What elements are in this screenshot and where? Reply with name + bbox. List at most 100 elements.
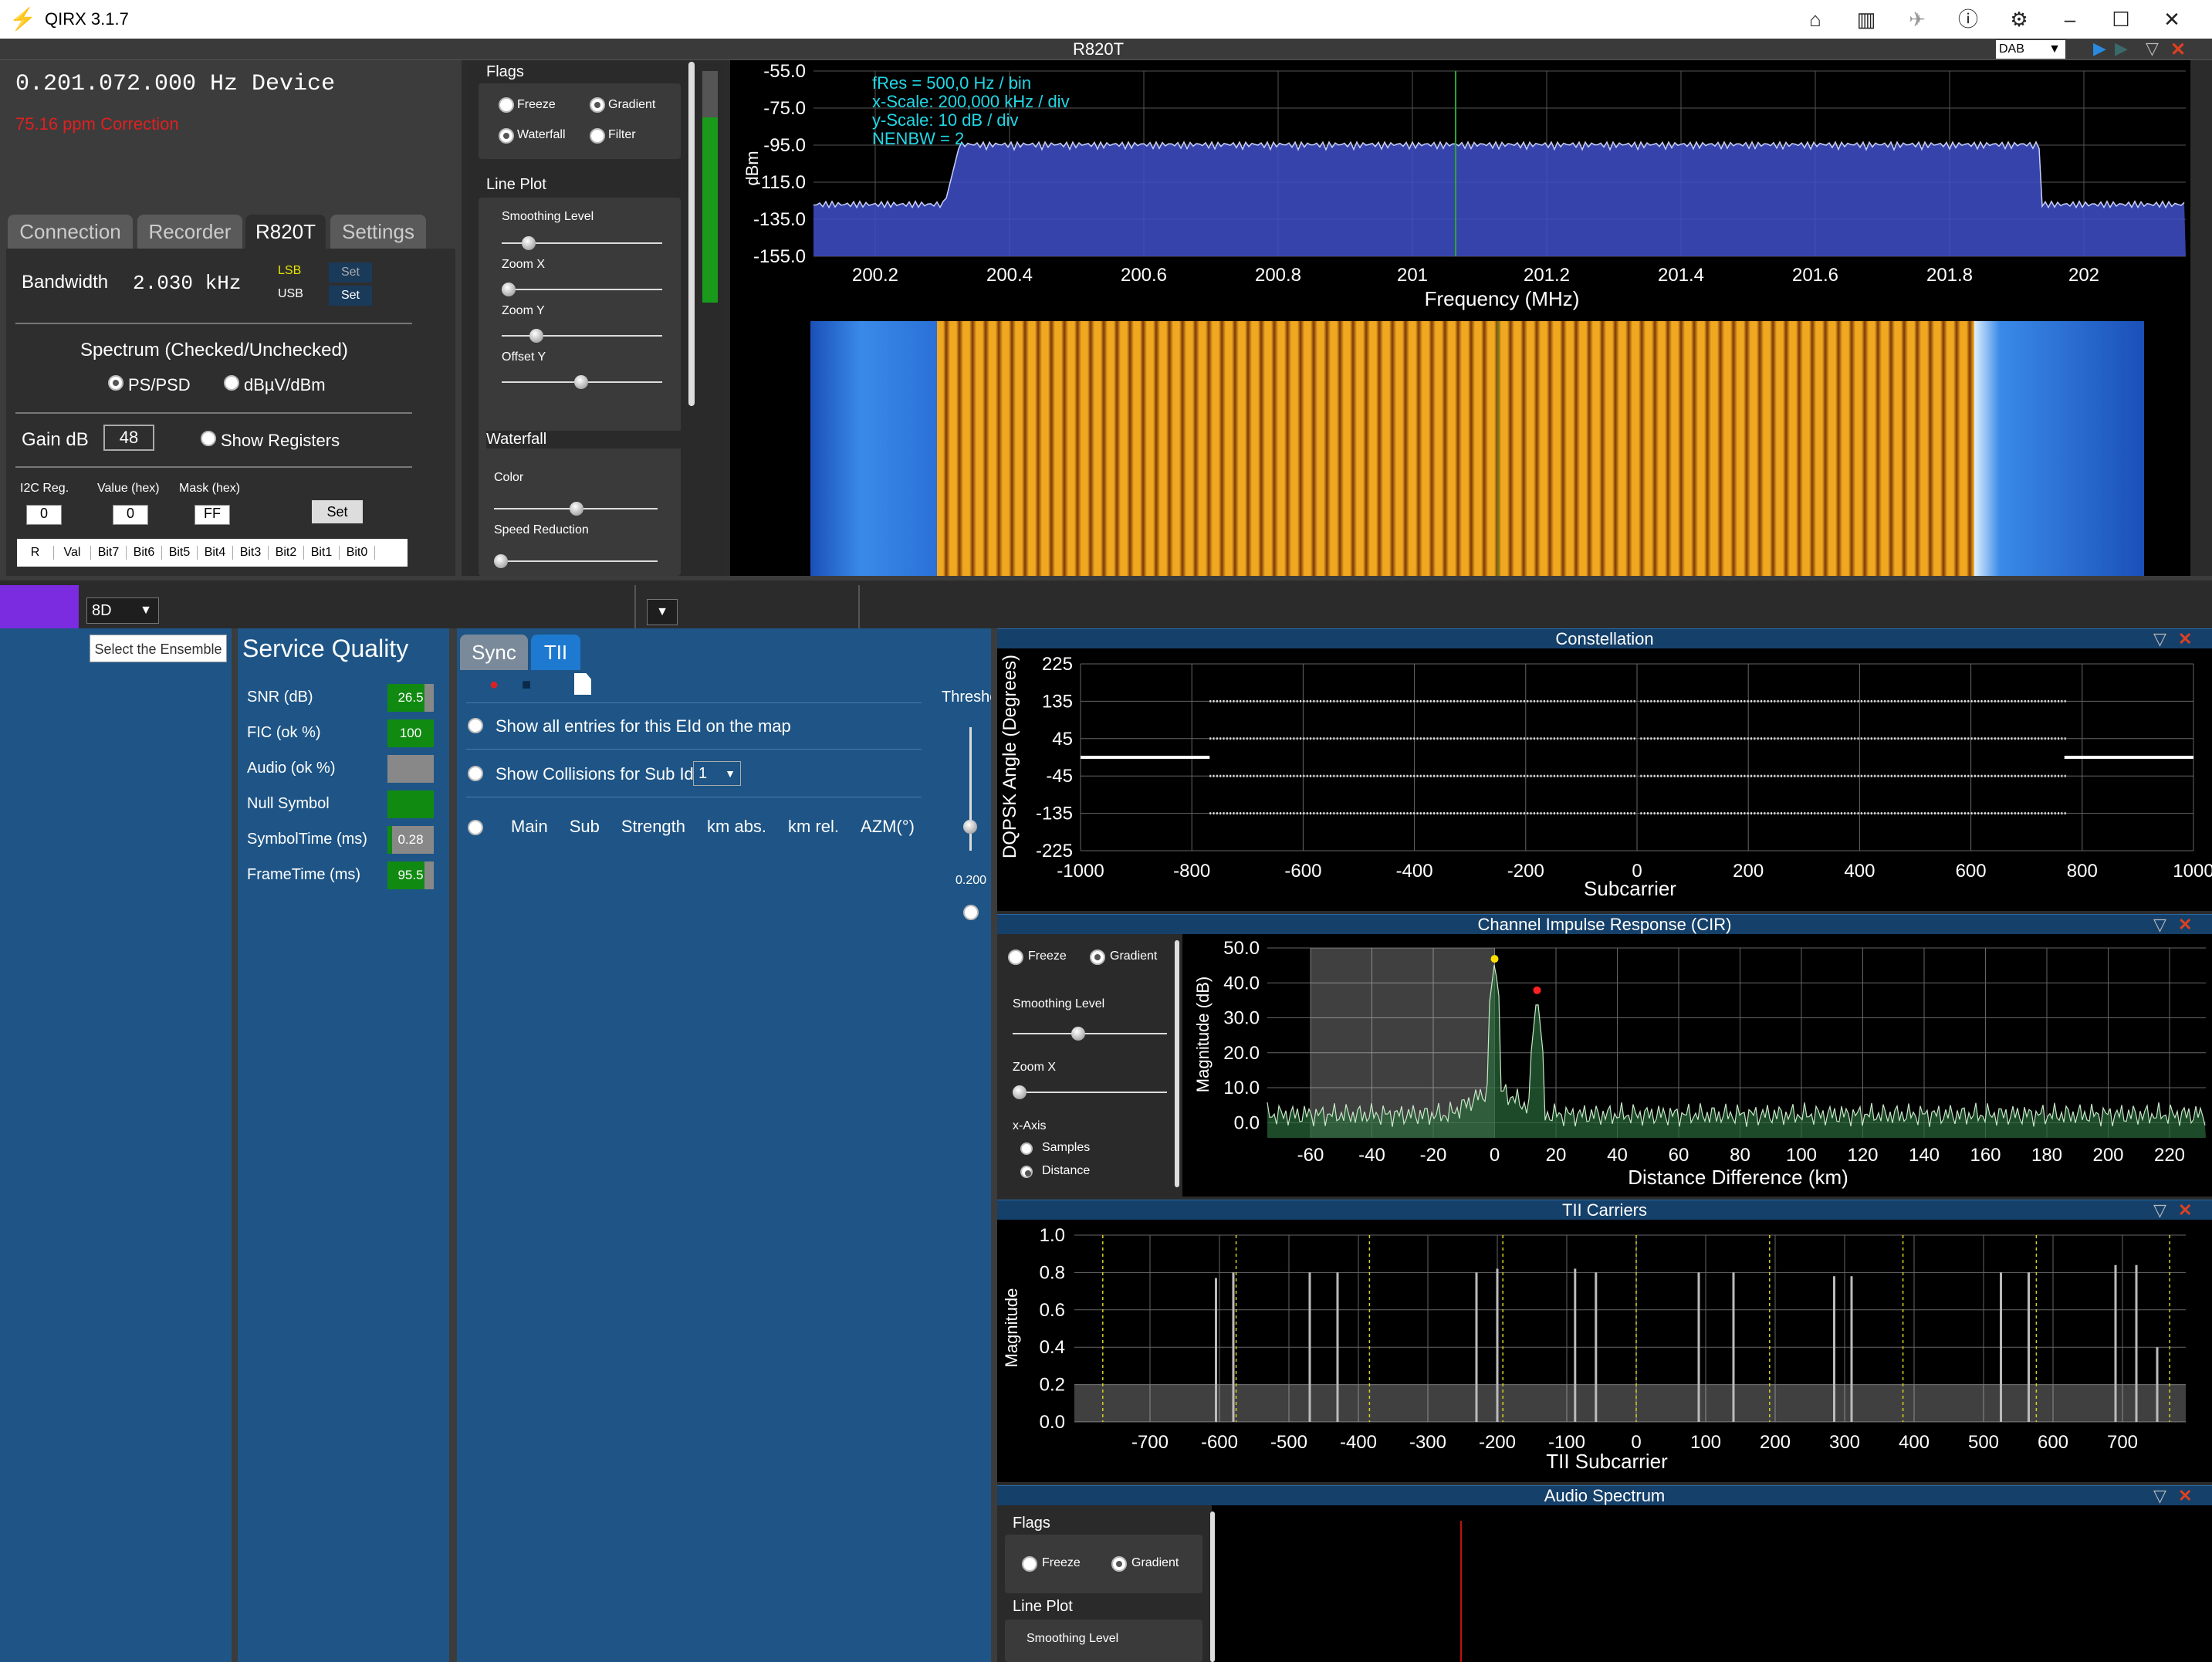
audio-panel: Flags Freeze Gradient Line Plot Smoothin… [997, 1505, 2212, 1662]
tab-recorder[interactable]: Recorder [137, 215, 242, 249]
satellite-icon[interactable]: ✈ [1903, 6, 1931, 32]
filter-radio[interactable] [590, 128, 605, 144]
x-tick-label: 1000 [2173, 861, 2212, 882]
y-tick-label: 50.0 [1223, 938, 1260, 959]
tii-carriers-plot[interactable]: 1.0 0.8 0.6 0.4 0.2 0.0 -700 -600 -500 -400 -300 -2… [997, 1220, 2212, 1482]
sub-id-select[interactable]: 1 ▼ [693, 761, 741, 786]
color-slider[interactable] [494, 502, 658, 516]
controls-scrollbar[interactable] [688, 62, 695, 406]
smoothing-slider[interactable] [502, 236, 662, 250]
slider-knob[interactable] [529, 329, 543, 343]
tab-connection[interactable]: Connection [8, 215, 133, 249]
zoom-x-slider[interactable] [502, 283, 662, 296]
gain-input[interactable]: 48 [103, 425, 154, 451]
ps-psd-radio[interactable] [108, 375, 123, 391]
spectrum-plot[interactable]: -55.0 -75.0 -95.0 -115.0 -135.0 -155.0 200.2 20… [730, 60, 2190, 318]
select-all-radio[interactable] [468, 820, 483, 835]
mode-select[interactable]: DAB ▼ [1996, 40, 2065, 59]
gear-icon[interactable]: ⚙ [2005, 6, 2033, 32]
register-set-button[interactable]: Set [312, 500, 363, 523]
show-registers-radio[interactable] [201, 431, 216, 446]
collapse-icon[interactable]: ▽ [2153, 629, 2166, 649]
waterfall-signal-band [937, 321, 1974, 576]
cir-controls-scrollbar[interactable] [1175, 940, 1179, 1187]
waterfall-display[interactable] [730, 318, 2190, 576]
zoom-y-slider[interactable] [502, 329, 662, 343]
threshold-slider[interactable] [963, 727, 977, 851]
usb-set-button[interactable]: Set [329, 286, 372, 306]
panel-close-icon[interactable]: ✕ [2178, 1486, 2192, 1506]
threshold-toggle[interactable] [963, 905, 979, 920]
freeze-radio[interactable] [499, 97, 514, 113]
samples-label: Samples [1042, 1141, 1091, 1154]
x-tick-label: -800 [1173, 861, 1210, 882]
show-collisions-radio[interactable] [468, 766, 483, 781]
tab-tii[interactable]: TII [531, 635, 580, 670]
record-icon[interactable]: ● [489, 676, 499, 694]
x-tick-label: -300 [1409, 1432, 1446, 1453]
lsb-set-button[interactable]: Set [329, 262, 372, 283]
maximize-icon[interactable]: ☐ [2107, 6, 2135, 32]
tab-r820t[interactable]: R820T [245, 215, 326, 249]
ppm-correction: 75.16 ppm Correction [15, 114, 179, 134]
channel-select[interactable]: 8D ▼ [86, 597, 159, 624]
collapse-icon[interactable]: ▽ [2153, 1486, 2166, 1506]
offset-y-slider[interactable] [502, 375, 662, 389]
slider-knob[interactable] [570, 502, 583, 516]
slider-knob[interactable] [502, 283, 516, 296]
tab-settings[interactable]: Settings [330, 215, 426, 249]
play-next-icon[interactable]: ▶ [2115, 39, 2128, 59]
value-hex-input[interactable]: 0 [113, 505, 148, 525]
speed-reduction-slider[interactable] [494, 554, 658, 568]
cir-freeze-radio[interactable] [1008, 949, 1023, 965]
slider-knob[interactable] [494, 554, 508, 568]
slider-knob[interactable] [1013, 1085, 1027, 1099]
panel-close-icon[interactable]: ✕ [2178, 915, 2192, 935]
home-icon[interactable]: ⌂ [1801, 6, 1829, 32]
i2c-reg-input[interactable]: 0 [26, 505, 62, 525]
play-icon[interactable]: ▶ [2093, 39, 2106, 59]
audio-scrollbar[interactable] [1210, 1511, 1215, 1662]
map-icon[interactable]: ▥ [1852, 6, 1880, 32]
x-tick-label: 160 [1970, 1145, 2001, 1166]
cir-gradient-radio[interactable] [1090, 949, 1105, 965]
y-tick-label: 0.4 [1040, 1337, 1065, 1358]
samples-radio[interactable] [1020, 1142, 1033, 1155]
mask-hex-input[interactable]: FF [194, 505, 230, 525]
collapse-icon[interactable]: ▽ [2153, 1200, 2166, 1220]
cir-smoothing-slider[interactable] [1013, 1027, 1167, 1041]
gradient-radio[interactable] [590, 97, 605, 113]
audio-freeze-radio[interactable] [1022, 1556, 1037, 1572]
panel-close-icon[interactable]: ✕ [2170, 39, 2186, 61]
dbuv-radio[interactable] [224, 375, 239, 391]
show-all-radio[interactable] [468, 718, 483, 733]
audio-gradient-radio[interactable] [1111, 1556, 1127, 1572]
slider-knob[interactable] [1071, 1027, 1085, 1041]
collapse-icon[interactable]: ▽ [2146, 39, 2159, 59]
constellation-plot[interactable]: 225 135 45 -45 -135 -225 -1000 -800 -600 -400 -200… [997, 648, 2212, 911]
panel-close-icon[interactable]: ✕ [2178, 1200, 2192, 1220]
x-tick-label: 140 [1909, 1145, 1940, 1166]
close-icon[interactable]: ✕ [2158, 6, 2186, 32]
quality-bar: 0.28 [387, 826, 434, 854]
cir-zoom-x-slider[interactable] [1013, 1085, 1167, 1099]
show-all-label: Show all entries for this EId on the map [496, 716, 791, 736]
document-icon[interactable] [574, 673, 591, 695]
panel-close-icon[interactable]: ✕ [2178, 629, 2192, 649]
slider-knob[interactable] [522, 236, 536, 250]
distance-radio[interactable] [1020, 1166, 1033, 1178]
minimize-icon[interactable]: – [2056, 6, 2084, 32]
slider-knob[interactable] [574, 375, 588, 389]
bandwidth-label: Bandwidth [22, 272, 109, 293]
service-dropdown[interactable]: ▼ [647, 599, 678, 625]
quality-label: SNR (dB) [247, 689, 313, 706]
stop-icon[interactable]: ■ [522, 676, 531, 694]
select-ensemble-button[interactable]: Select the Ensemble [90, 635, 227, 662]
gradient-label: Gradient [608, 98, 656, 111]
info-icon[interactable]: ⓘ [1954, 6, 1982, 32]
tab-sync[interactable]: Sync [460, 635, 528, 670]
ensemble-strip: 8D ▼ ▼ [0, 576, 2212, 628]
waterfall-radio[interactable] [499, 128, 514, 144]
slider-knob[interactable] [963, 820, 977, 834]
collapse-icon[interactable]: ▽ [2153, 915, 2166, 935]
